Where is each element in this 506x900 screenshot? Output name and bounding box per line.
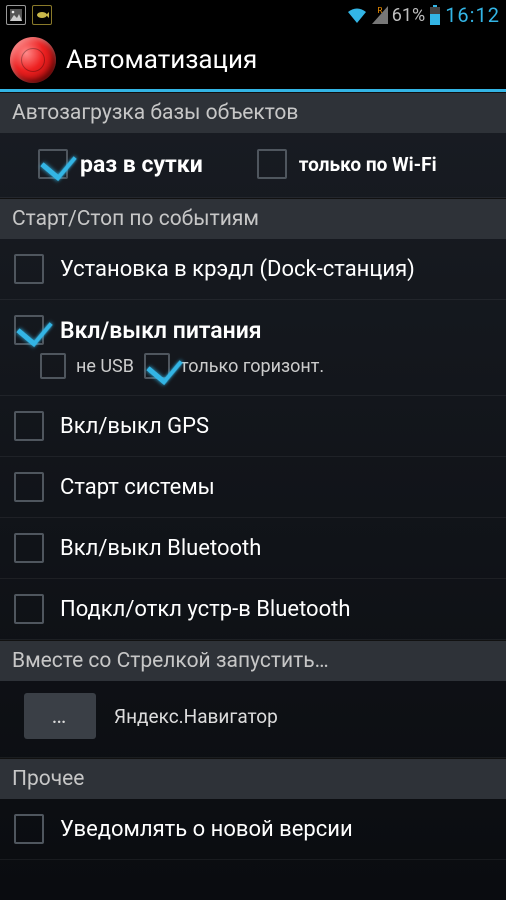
label-system-start: Старт системы	[60, 475, 215, 500]
row-gps[interactable]: Вкл/выкл GPS	[0, 396, 506, 457]
page-title: Автоматизация	[66, 45, 257, 75]
checkbox-power[interactable]	[14, 315, 44, 345]
label-daily: раз в сутки	[80, 151, 203, 178]
label-bluetooth: Вкл/выкл Bluetooth	[60, 536, 261, 561]
label-gps: Вкл/выкл GPS	[60, 414, 209, 439]
checkbox-dock[interactable]	[14, 254, 44, 284]
row-power[interactable]: Вкл/выкл питания	[0, 300, 506, 353]
row-bt-device[interactable]: Подкл/откл устр-в Bluetooth	[0, 579, 506, 640]
label-bt-device: Подкл/откл устр-в Bluetooth	[60, 597, 350, 622]
status-bar: R 61% 16:12	[0, 0, 506, 30]
image-notification-icon	[6, 5, 26, 25]
status-right: R 61% 16:12	[346, 3, 500, 27]
svg-text:R: R	[377, 6, 382, 15]
row-notify-version[interactable]: Уведомлять о новой версии	[0, 799, 506, 860]
checkbox-horizontal-only[interactable]	[144, 353, 170, 379]
checkbox-notify-version[interactable]	[14, 814, 44, 844]
label-wifi-only: только по Wi-Fi	[299, 153, 437, 176]
section-header-launch-with: Вместе со Стрелкой запустить…	[0, 640, 506, 681]
app-picker-button-label: …	[52, 704, 69, 729]
status-notification-area	[6, 5, 52, 25]
label-power: Вкл/выкл питания	[60, 317, 262, 344]
label-notify-version: Уведомлять о новой версии	[60, 817, 353, 842]
section-header-autoload: Автозагрузка базы объектов	[0, 92, 506, 133]
label-not-usb: не USB	[76, 356, 134, 377]
battery-icon	[429, 5, 441, 25]
app-bar: Автоматизация	[0, 30, 506, 92]
status-time: 16:12	[445, 3, 500, 27]
checkbox-gps[interactable]	[14, 411, 44, 441]
row-bluetooth[interactable]: Вкл/выкл Bluetooth	[0, 518, 506, 579]
row-dock[interactable]: Установка в крэдл (Dock-станция)	[0, 239, 506, 300]
checkbox-not-usb[interactable]	[40, 353, 66, 379]
cell-signal-icon: R	[372, 6, 388, 24]
wifi-icon	[346, 6, 368, 24]
app-picker-selected-label: Яндекс.Навигатор	[114, 705, 278, 728]
checkbox-bluetooth[interactable]	[14, 533, 44, 563]
label-horizontal-only: только горизонт.	[180, 356, 324, 377]
app-radar-icon	[10, 37, 56, 83]
fish-notification-icon	[32, 5, 52, 25]
row-app-picker: … Яндекс.Навигатор	[0, 681, 506, 758]
row-system-start[interactable]: Старт системы	[0, 457, 506, 518]
battery-percent: 61%	[392, 5, 425, 26]
row-power-sub: не USB только горизонт.	[0, 353, 506, 396]
app-picker-button[interactable]: …	[24, 693, 96, 739]
checkbox-wifi-only[interactable]	[257, 149, 287, 179]
checkbox-bt-device[interactable]	[14, 594, 44, 624]
section-header-events: Старт/Стоп по событиям	[0, 198, 506, 239]
row-autoload-options: раз в сутки только по Wi-Fi	[0, 133, 506, 198]
checkbox-system-start[interactable]	[14, 472, 44, 502]
label-dock: Установка в крэдл (Dock-станция)	[60, 257, 415, 282]
section-header-other: Прочее	[0, 758, 506, 799]
checkbox-daily[interactable]	[38, 149, 68, 179]
